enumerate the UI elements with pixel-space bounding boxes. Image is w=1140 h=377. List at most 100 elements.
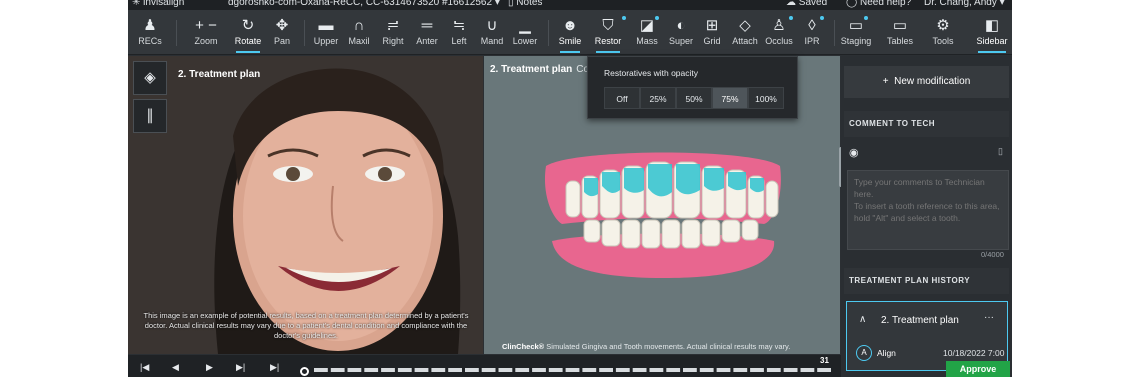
rotate-button[interactable]: ↻ Rotate [232, 10, 264, 55]
left-label: Left [451, 36, 467, 46]
timeline-stage-segment[interactable] [666, 368, 681, 372]
opacity-option-50[interactable]: 50% [676, 87, 712, 109]
more-options-icon[interactable]: ··· [984, 312, 994, 323]
step-back-icon[interactable]: ◀ [172, 362, 179, 373]
timeline-stage-segment[interactable] [465, 368, 479, 372]
model-disclaimer-text: Simulated Gingiva and Tooth movements. A… [546, 342, 791, 351]
comment-to-tech-input[interactable] [847, 170, 1009, 250]
tables-button[interactable]: ▭ Tables [884, 10, 916, 55]
stage-timeline[interactable] [313, 367, 833, 374]
opacity-option-off[interactable]: Off [604, 87, 640, 109]
left-view-button[interactable]: ≒ Left [446, 10, 472, 55]
history-author: Align [877, 348, 896, 358]
mass-indicator-dot [655, 16, 659, 20]
patient-selector[interactable]: dgoroshko-com-Oxana-ReCC, CC-6314673520 … [228, 0, 500, 8]
timeline-stage-segment[interactable] [783, 368, 798, 372]
help-button[interactable]: ◯ Need help? [846, 0, 911, 8]
timeline-stage-segment[interactable] [347, 368, 362, 372]
mass-icon: ◪ [639, 17, 655, 34]
timeline-stage-segment[interactable] [800, 368, 815, 372]
sidebar-toggle-button[interactable]: ◧ Sidebar [974, 10, 1010, 55]
timeline-stage-segment[interactable] [733, 368, 748, 372]
camera-icon[interactable]: ◉ [849, 146, 859, 159]
grid-label: Grid [703, 36, 721, 46]
timeline-stage-segment[interactable] [582, 368, 597, 372]
chevron-up-icon[interactable]: ∧ [859, 314, 866, 325]
timeline-stage-segment[interactable] [330, 368, 345, 372]
opacity-option-25[interactable]: 25% [640, 87, 676, 109]
timeline-stage-segment[interactable] [498, 368, 513, 372]
history-section-header: TREATMENT PLAN HISTORY [844, 268, 1009, 294]
timeline-stage-segment[interactable] [314, 368, 328, 372]
timeline-stage-segment[interactable] [817, 368, 831, 372]
anterior-view-button[interactable]: ═ Anter [412, 10, 442, 55]
restoratives-opacity-popup: Restoratives with opacity Off 25% 50% 75… [587, 56, 798, 119]
restorative-button[interactable]: ⛉ Restor [592, 10, 624, 55]
lower-view-button[interactable]: ▁ Lower [510, 10, 540, 55]
super-label: Super [668, 36, 694, 46]
timeline-stage-segment[interactable] [515, 368, 530, 372]
zoom-button[interactable]: + − Zoom [188, 10, 224, 55]
play-icon[interactable]: ▶ [206, 362, 213, 373]
columns-icon: ∥ [146, 107, 154, 124]
timeline-stage-segment[interactable] [481, 368, 496, 372]
photo-disclaimer: This image is an example of potential re… [143, 311, 469, 340]
avatar: A [856, 345, 872, 361]
split-view-button[interactable]: ∥ [133, 99, 167, 133]
pan-button[interactable]: ✥ Pan [268, 10, 296, 55]
anter-label: Anter [416, 36, 438, 46]
timeline-stage-segment[interactable] [431, 368, 446, 372]
timeline-stage-segment[interactable] [649, 368, 664, 372]
pan-label: Pan [273, 36, 290, 46]
table-folder-icon: ▭ [892, 17, 908, 34]
timeline-stage-segment[interactable] [683, 368, 697, 372]
timeline-stage-segment[interactable] [699, 368, 714, 372]
timeline-stage-segment[interactable] [381, 368, 395, 372]
approve-button[interactable]: Approve [946, 361, 1010, 377]
recs-button[interactable]: ♟ RECs [136, 10, 164, 55]
skip-to-start-icon[interactable]: |◀ [140, 362, 149, 373]
patient-smile-photo [128, 56, 483, 354]
timeline-stage-segment[interactable] [414, 368, 429, 372]
timeline-stage-segment[interactable] [364, 368, 379, 372]
right-view-button[interactable]: ≓ Right [378, 10, 408, 55]
user-menu[interactable]: Dr. Chang, Andy ▾ [924, 0, 1005, 8]
upper-view-button[interactable]: ▬ Upper [312, 10, 340, 55]
timeline-stage-segment[interactable] [397, 368, 412, 372]
timeline-stage-segment[interactable] [548, 368, 563, 372]
superimpose-button[interactable]: ◐ Super [666, 10, 696, 55]
mandibular-view-button[interactable]: ∪ Mand [478, 10, 506, 55]
timeline-stage-segment[interactable] [750, 368, 764, 372]
timeline-stage-segment[interactable] [766, 368, 781, 372]
history-item-title: 2. Treatment plan [881, 315, 959, 326]
timeline-stage-segment[interactable] [615, 368, 630, 372]
attachments-button[interactable]: ◇ Attach [730, 10, 760, 55]
skip-to-end-icon[interactable]: ▶| [270, 362, 279, 373]
step-forward-icon[interactable]: ▶| [236, 362, 245, 373]
user-label: Dr. Chang, Andy [924, 0, 997, 8]
tools-button[interactable]: ⚙ Tools [928, 10, 958, 55]
timeline-stage-segment[interactable] [599, 368, 613, 372]
notes-button[interactable]: ▯ Notes [508, 0, 542, 8]
opacity-option-100[interactable]: 100% [748, 87, 784, 109]
tooth-shape-button[interactable]: ◈ [133, 61, 167, 95]
smile-button[interactable]: ☻ Smile [556, 10, 584, 55]
timeline-stage-segment[interactable] [716, 368, 731, 372]
saved-status: ☁ Saved [786, 0, 827, 8]
grid-button[interactable]: ⊞ Grid [700, 10, 724, 55]
timeline-knob[interactable] [300, 367, 309, 376]
timeline-stage-segment[interactable] [532, 368, 546, 372]
title-bar: ✳ invisalign dgoroshko-com-Oxana-ReCC, C… [128, 0, 1012, 10]
timeline-stage-segment[interactable] [565, 368, 580, 372]
attach-label: Attach [732, 36, 758, 46]
opacity-option-75[interactable]: 75% [712, 87, 748, 109]
arch-icon: ∩ [353, 17, 365, 34]
maxillary-view-button[interactable]: ∩ Maxil [344, 10, 374, 55]
trash-icon[interactable]: ▯ [998, 146, 1003, 157]
timeline-stage-segment[interactable] [632, 368, 647, 372]
staging-label: Staging [840, 36, 872, 46]
timeline-stage-segment[interactable] [448, 368, 462, 372]
ipr-label: IPR [804, 36, 820, 46]
rotate-icon: ↻ [241, 17, 255, 34]
new-modification-button[interactable]: + New modification [844, 66, 1009, 98]
